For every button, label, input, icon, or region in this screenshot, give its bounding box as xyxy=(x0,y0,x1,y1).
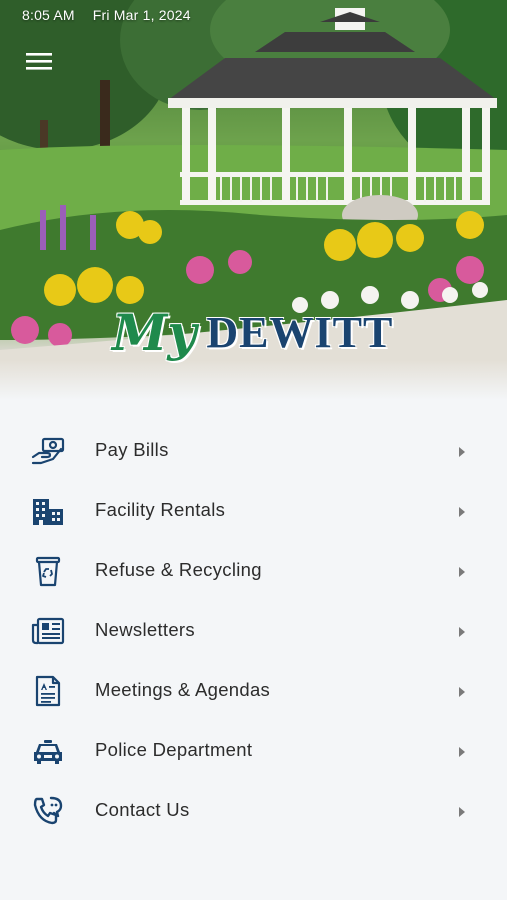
menu-item-police-department[interactable]: Police Department xyxy=(0,720,507,780)
phone-chat-icon xyxy=(33,796,63,825)
menu-item-contact-us[interactable]: Contact Us xyxy=(0,780,507,840)
menu-item-refuse-recycling[interactable]: Refuse & Recycling xyxy=(0,540,507,600)
chevron-right-icon xyxy=(459,687,465,697)
police-car-icon xyxy=(34,740,62,764)
menu-item-label: Newsletters xyxy=(95,619,195,640)
buildings-icon xyxy=(33,499,63,525)
hamburger-menu-button[interactable] xyxy=(22,48,58,76)
main-menu: Pay Bills Facility Rentals Refuse & Recy… xyxy=(0,420,507,840)
menu-item-label: Contact Us xyxy=(95,799,190,820)
status-time: 8:05 AM xyxy=(22,7,75,23)
my-dewitt-logo: My DEWITT xyxy=(112,298,402,368)
hero-banner: 8:05 AM Fri Mar 1, 2024 My DEWITT xyxy=(0,0,507,400)
logo-dewitt-text: DEWITT xyxy=(206,308,394,357)
menu-item-label: Police Department xyxy=(95,739,253,760)
menu-item-label: Refuse & Recycling xyxy=(95,559,262,580)
chevron-right-icon xyxy=(459,447,465,457)
chevron-right-icon xyxy=(459,807,465,817)
menu-item-facility-rentals[interactable]: Facility Rentals xyxy=(0,480,507,540)
chevron-right-icon xyxy=(459,747,465,757)
chevron-right-icon xyxy=(459,507,465,517)
status-bar: 8:05 AM Fri Mar 1, 2024 xyxy=(22,7,191,23)
menu-item-label: Pay Bills xyxy=(95,439,169,460)
hand-money-icon xyxy=(31,437,65,465)
menu-item-newsletters[interactable]: Newsletters xyxy=(0,600,507,660)
logo-my-text: My xyxy=(112,303,197,362)
menu-item-pay-bills[interactable]: Pay Bills xyxy=(0,420,507,480)
hamburger-icon xyxy=(26,53,52,70)
menu-item-meetings-agendas[interactable]: Meetings & Agendas xyxy=(0,660,507,720)
chevron-right-icon xyxy=(459,627,465,637)
document-icon xyxy=(35,675,61,707)
recycle-bin-icon xyxy=(35,556,61,587)
menu-item-label: Facility Rentals xyxy=(95,499,226,520)
newspaper-icon xyxy=(31,617,65,645)
chevron-right-icon xyxy=(459,567,465,577)
status-date: Fri Mar 1, 2024 xyxy=(92,7,191,23)
menu-item-label: Meetings & Agendas xyxy=(95,679,271,700)
